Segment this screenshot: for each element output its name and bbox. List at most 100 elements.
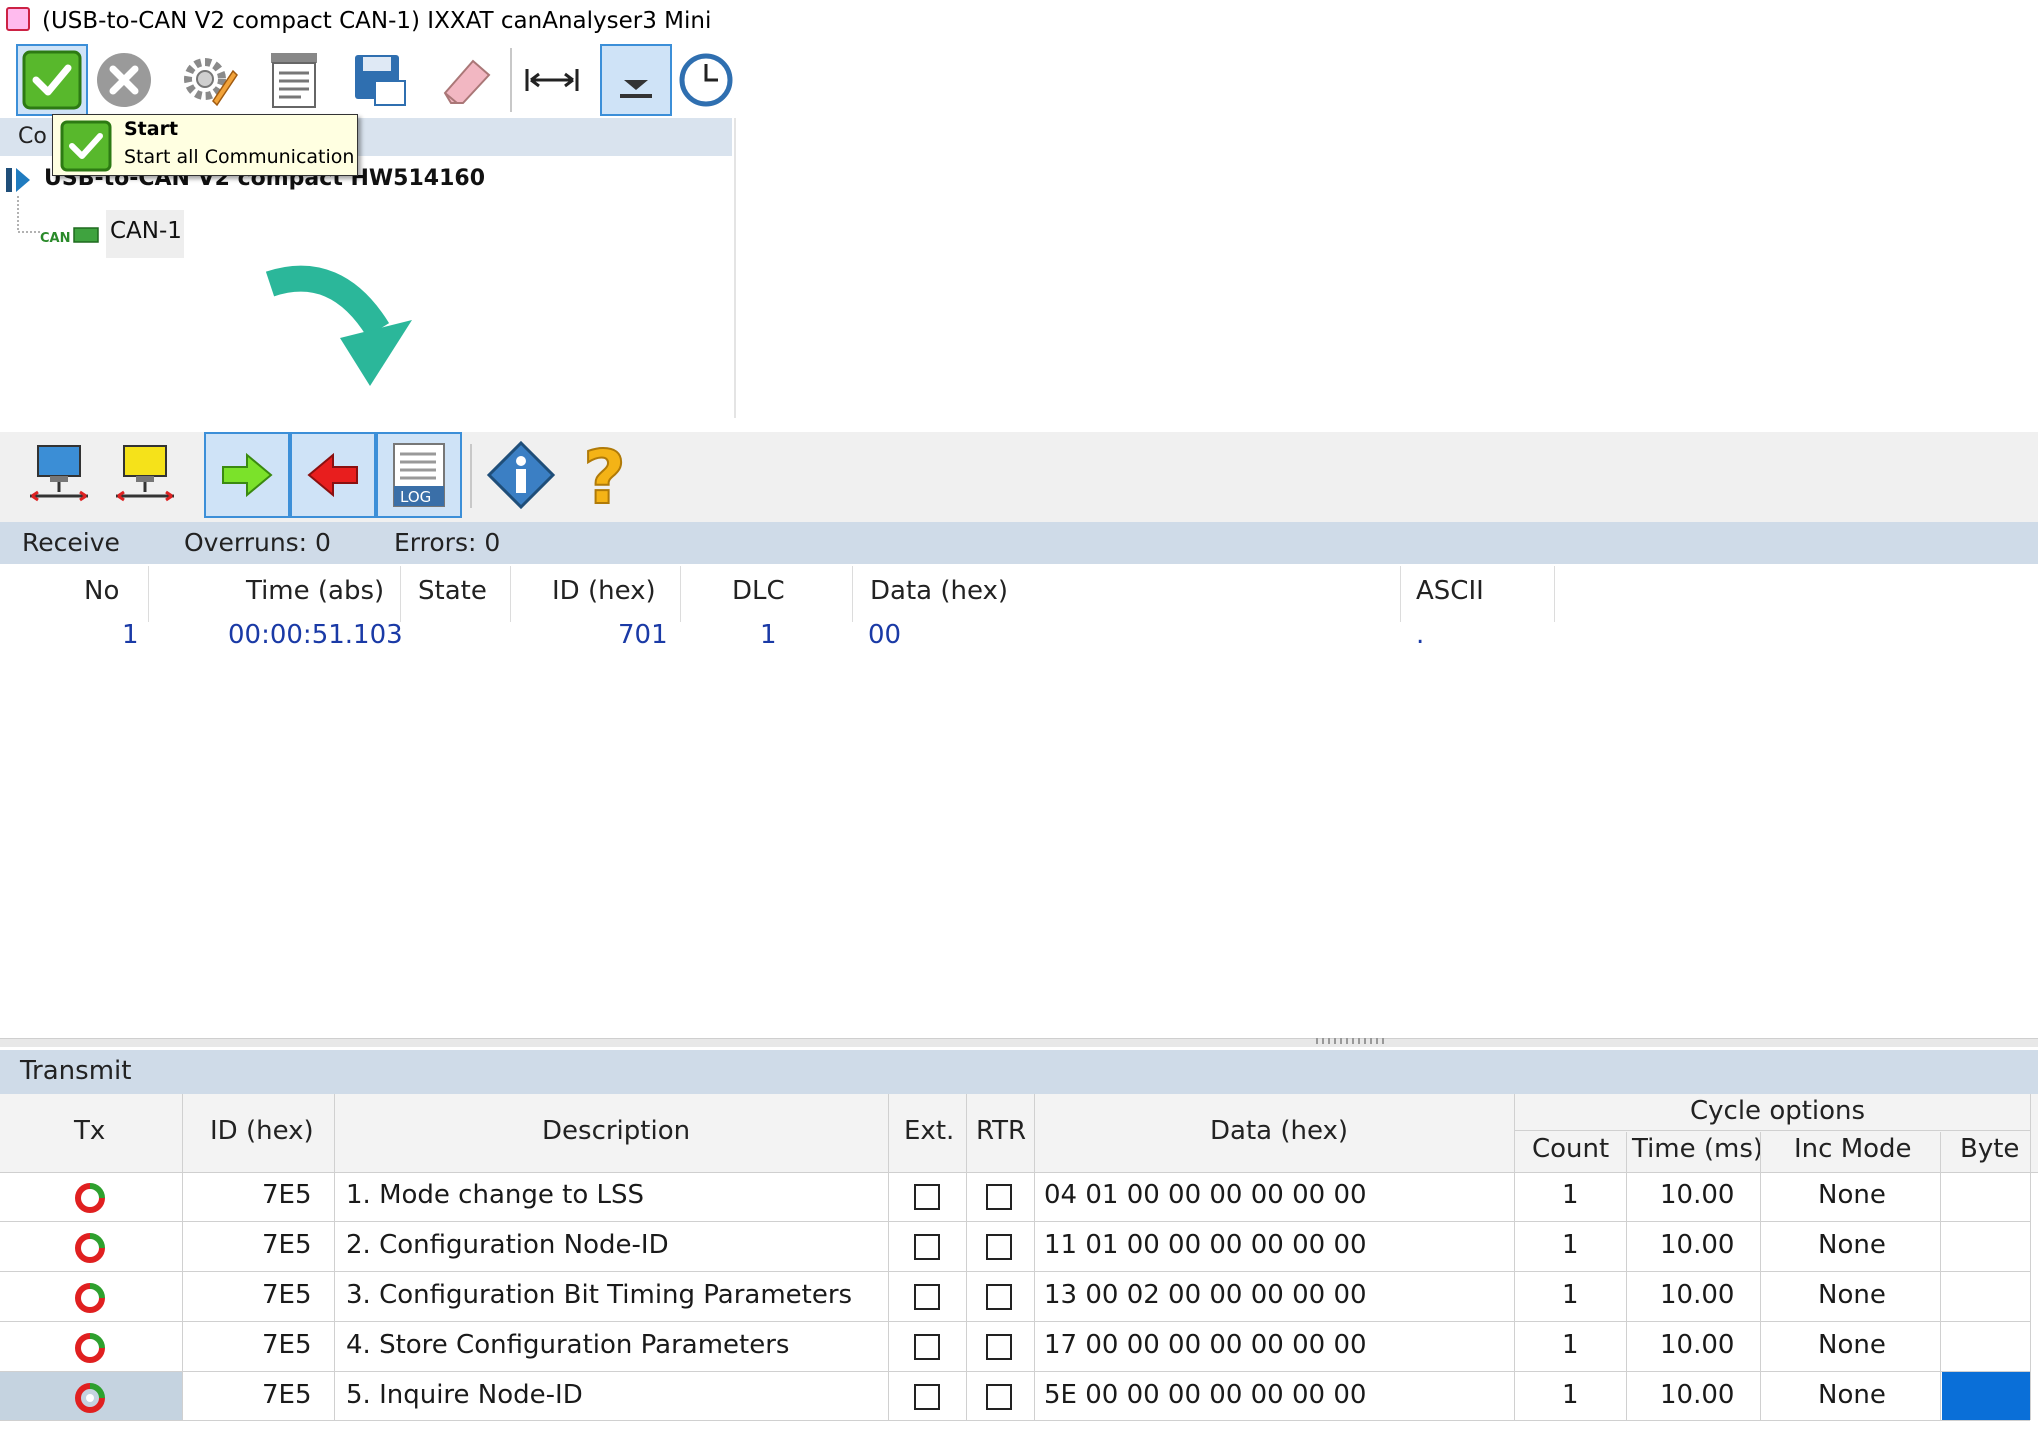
tx-count[interactable]: 1 <box>1562 1280 1579 1310</box>
tx-data[interactable]: 13 00 02 00 00 00 00 00 <box>1044 1280 1367 1310</box>
tx-inc-mode[interactable]: None <box>1818 1380 1886 1410</box>
column-width-button[interactable] <box>516 44 588 116</box>
tx-count[interactable]: 1 <box>1562 1380 1579 1410</box>
start-button[interactable] <box>16 44 88 116</box>
tx-time[interactable]: 10.00 <box>1660 1280 1734 1310</box>
info-icon <box>486 440 556 510</box>
ext-checkbox[interactable] <box>914 1184 940 1210</box>
settings-button[interactable] <box>172 44 244 116</box>
tx-inc-mode[interactable]: None <box>1818 1330 1886 1360</box>
tx-send-icon[interactable] <box>74 1232 106 1264</box>
tx-col-ext[interactable]: Ext. <box>904 1116 954 1146</box>
tx-count[interactable]: 1 <box>1562 1180 1579 1210</box>
tx-col-description[interactable]: Description <box>542 1116 690 1146</box>
tx-data[interactable]: 17 00 00 00 00 00 00 00 <box>1044 1330 1367 1360</box>
byte-cell-selected[interactable] <box>1942 1372 2030 1420</box>
tx-inc-mode[interactable]: None <box>1818 1280 1886 1310</box>
tx-col-rtr[interactable]: RTR <box>976 1116 1026 1146</box>
col-header-dlc[interactable]: DLC <box>732 576 785 606</box>
tx-data[interactable]: 5E 00 00 00 00 00 00 00 <box>1044 1380 1366 1410</box>
monitor-blue-button[interactable] <box>16 432 102 518</box>
panel-splitter[interactable] <box>0 1038 2038 1047</box>
tx-description[interactable]: 4. Store Configuration Parameters <box>346 1330 789 1360</box>
tx-count[interactable]: 1 <box>1562 1330 1579 1360</box>
tx-id[interactable]: 7E5 <box>262 1180 312 1210</box>
ext-checkbox[interactable] <box>914 1384 940 1410</box>
monitor-yellow-button[interactable] <box>102 432 188 518</box>
width-arrows-icon <box>525 69 579 91</box>
rtr-checkbox[interactable] <box>986 1384 1012 1410</box>
tx-description[interactable]: 2. Configuration Node-ID <box>346 1230 669 1260</box>
network-monitor-icon <box>30 445 88 502</box>
table-row[interactable]: 7E5 1. Mode change to LSS 04 01 00 00 00… <box>0 1172 2030 1221</box>
tx-col-inc-mode[interactable]: Inc Mode <box>1794 1134 1912 1164</box>
tx-data[interactable]: 11 01 00 00 00 00 00 00 <box>1044 1230 1367 1260</box>
help-button[interactable]: ? <box>564 432 650 518</box>
tx-inc-mode[interactable]: None <box>1818 1230 1886 1260</box>
tx-time[interactable]: 10.00 <box>1660 1380 1734 1410</box>
save-disk-icon <box>355 55 406 106</box>
clear-button[interactable] <box>430 44 502 116</box>
rtr-checkbox[interactable] <box>986 1284 1012 1310</box>
start-check-icon <box>22 50 82 110</box>
ext-checkbox[interactable] <box>914 1234 940 1260</box>
col-header-data[interactable]: Data (hex) <box>870 576 1008 606</box>
save-button[interactable] <box>344 44 416 116</box>
tx-col-count[interactable]: Count <box>1532 1134 1609 1164</box>
tx-time[interactable]: 10.00 <box>1660 1330 1734 1360</box>
network-monitor-yellow-icon <box>116 445 174 502</box>
tx-send-icon[interactable] <box>74 1282 106 1314</box>
table-row[interactable]: 7E5 2. Configuration Node-ID 11 01 00 00… <box>0 1222 2030 1271</box>
col-header-time[interactable]: Time (abs) <box>246 576 384 606</box>
tx-id[interactable]: 7E5 <box>262 1280 312 1310</box>
tx-id[interactable]: 7E5 <box>262 1330 312 1360</box>
table-row[interactable]: 7E5 4. Store Configuration Parameters 17… <box>0 1322 2030 1371</box>
rtr-checkbox[interactable] <box>986 1234 1012 1260</box>
col-divider <box>148 566 149 622</box>
col-header-no[interactable]: No <box>84 576 119 606</box>
tx-id[interactable]: 7E5 <box>262 1380 312 1410</box>
tx-col-time[interactable]: Time (ms) <box>1632 1134 1763 1164</box>
tx-description[interactable]: 3. Configuration Bit Timing Parameters <box>346 1280 852 1310</box>
tx-description[interactable]: 1. Mode change to LSS <box>346 1180 644 1210</box>
stop-x-icon <box>97 53 151 107</box>
col-header-ascii[interactable]: ASCII <box>1416 576 1484 606</box>
tx-send-icon[interactable] <box>74 1382 106 1414</box>
receive-view-button[interactable] <box>290 432 376 518</box>
tx-col-data[interactable]: Data (hex) <box>1210 1116 1348 1146</box>
tx-count[interactable]: 1 <box>1562 1230 1579 1260</box>
ext-checkbox[interactable] <box>914 1334 940 1360</box>
svg-text:LOG: LOG <box>400 488 431 506</box>
col-divider <box>852 566 853 622</box>
autoscroll-button[interactable] <box>600 44 672 116</box>
log-button[interactable]: LOG <box>376 432 462 518</box>
print-report-button[interactable] <box>258 44 330 116</box>
tree-item-can-1[interactable]: CAN-1 <box>110 218 182 244</box>
info-button[interactable] <box>478 432 564 518</box>
table-row-selected[interactable]: 7E5 5. Inquire Node-ID 5E 00 00 00 00 00… <box>0 1372 2030 1421</box>
grid-line <box>1514 1130 2030 1131</box>
rtr-checkbox[interactable] <box>986 1334 1012 1360</box>
tx-col-byte[interactable]: Byte <box>1960 1134 2019 1164</box>
stop-button[interactable] <box>88 44 160 116</box>
timer-button[interactable] <box>670 44 742 116</box>
tooltip-check-icon <box>60 120 112 172</box>
tx-send-icon[interactable] <box>74 1332 106 1364</box>
ext-checkbox[interactable] <box>914 1284 940 1310</box>
tx-send-icon[interactable] <box>74 1182 106 1214</box>
splitter-grip[interactable] <box>1316 1038 1386 1044</box>
tx-description[interactable]: 5. Inquire Node-ID <box>346 1380 583 1410</box>
tx-inc-mode[interactable]: None <box>1818 1180 1886 1210</box>
rtr-checkbox[interactable] <box>986 1184 1012 1210</box>
tx-col-tx[interactable]: Tx <box>74 1116 105 1146</box>
tx-time[interactable]: 10.00 <box>1660 1180 1734 1210</box>
tx-id[interactable]: 7E5 <box>262 1230 312 1260</box>
tx-time[interactable]: 10.00 <box>1660 1230 1734 1260</box>
transmit-view-button[interactable] <box>204 432 290 518</box>
col-header-state[interactable]: State <box>418 576 487 606</box>
tx-col-id[interactable]: ID (hex) <box>210 1116 314 1146</box>
col-header-id[interactable]: ID (hex) <box>552 576 656 606</box>
table-row[interactable]: 7E5 3. Configuration Bit Timing Paramete… <box>0 1272 2030 1321</box>
tx-data[interactable]: 04 01 00 00 00 00 00 00 <box>1044 1180 1367 1210</box>
toolbar2-separator <box>470 444 472 508</box>
